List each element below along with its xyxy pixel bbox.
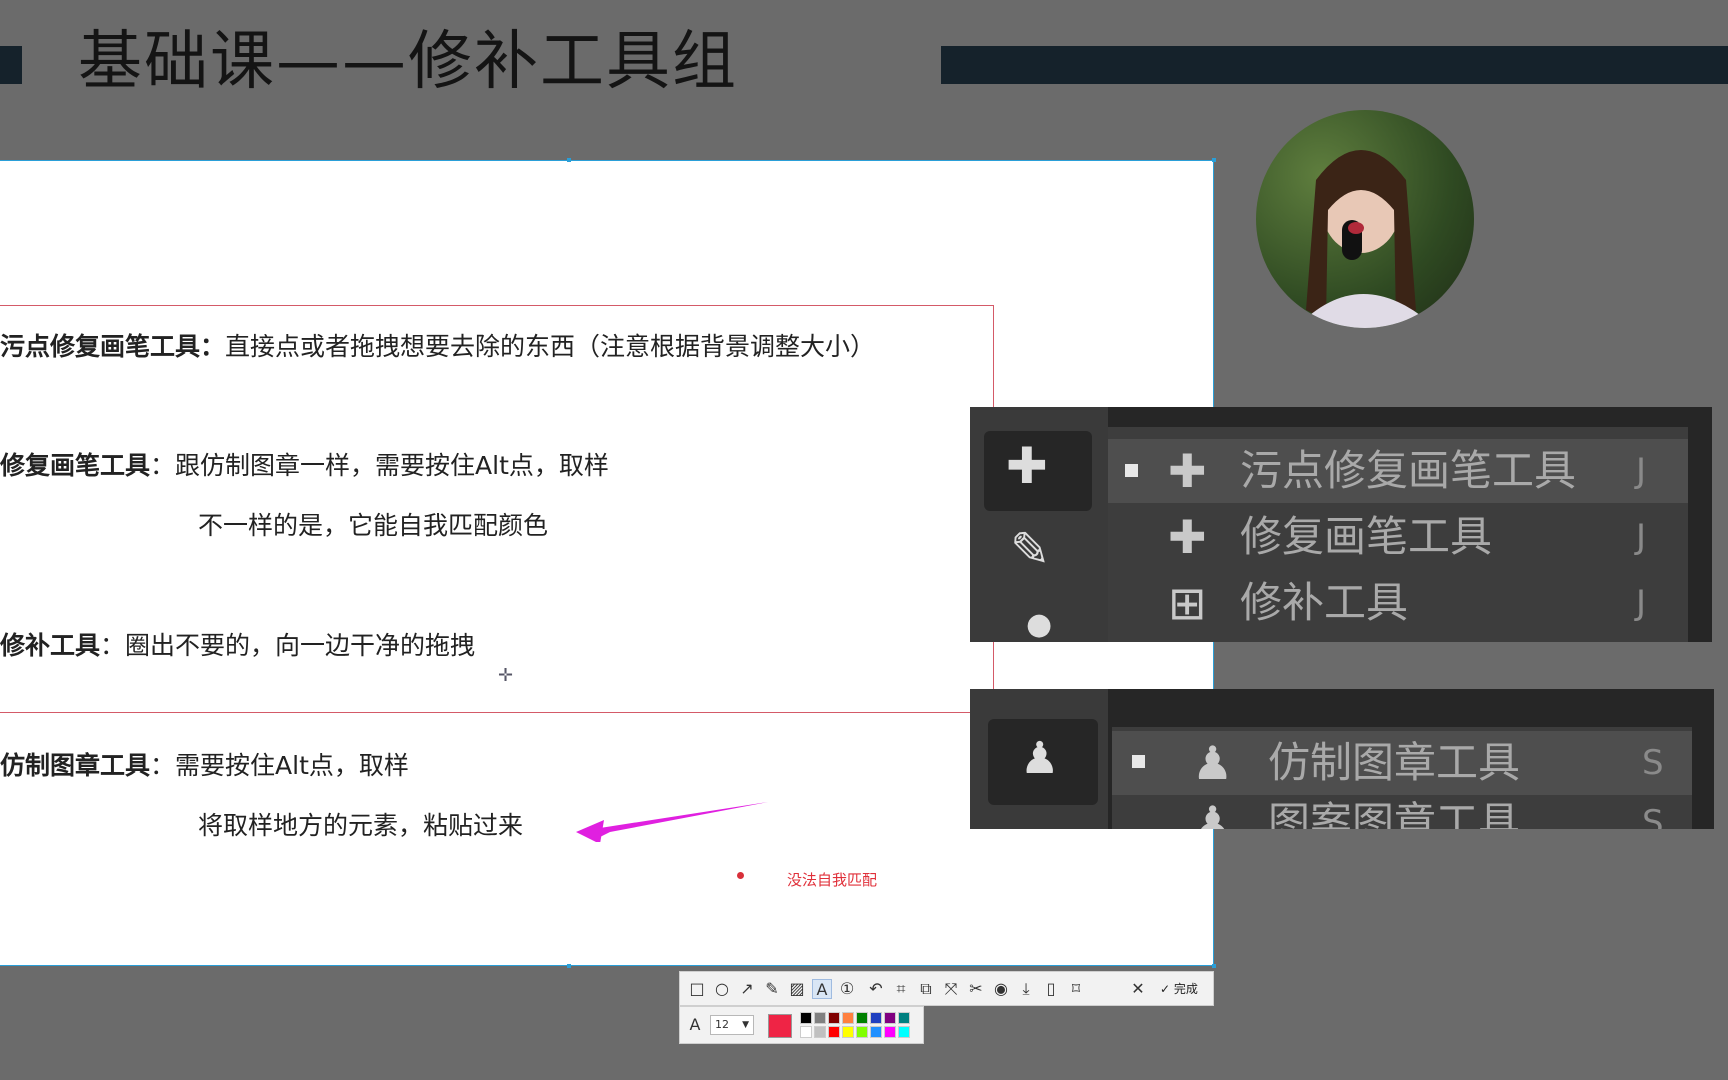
selection-handle[interactable]: [567, 964, 571, 968]
font-icon: A: [689, 1015, 701, 1034]
ps-toolbar: ✚ ✎ ●: [970, 407, 1108, 642]
palette-swatch[interactable]: [814, 1026, 826, 1038]
clone-stamp-icon: ♟: [1192, 736, 1234, 790]
active-marker-icon: [1132, 755, 1145, 768]
mosaic-icon[interactable]: ▨: [787, 979, 807, 999]
ps-menu-label: 修补工具: [1240, 578, 1409, 627]
avatar-portrait: [1296, 150, 1436, 328]
healing-brush-icon: ✚: [1168, 510, 1207, 564]
pattern-stamp-icon: ♟: [1192, 796, 1234, 829]
palette-swatch[interactable]: [884, 1012, 896, 1024]
ps-toolbar: ♟: [970, 689, 1108, 829]
ps-shortcut: S: [1642, 803, 1664, 829]
ps-shortcut: S: [1642, 743, 1664, 783]
ps-menu-item[interactable]: ✚ 污点修复画笔工具 J: [1108, 439, 1688, 503]
translate-icon[interactable]: ✂: [966, 979, 986, 999]
ps-menu-label: 修复画笔工具: [1240, 512, 1493, 561]
arrow-icon[interactable]: ↗: [737, 979, 757, 999]
ps-menu-item[interactable]: ♟ 图案图章工具 S: [1112, 796, 1692, 829]
palette-swatch[interactable]: [856, 1012, 868, 1024]
photoshop-stamp-tools-flyout: ♟ ♟ 仿制图章工具 S ♟ 图案图章工具 S: [970, 689, 1714, 829]
ps-menu-item[interactable]: ♟ 仿制图章工具 S: [1112, 731, 1692, 795]
header-accent-bar: [941, 46, 1728, 84]
palette-swatch[interactable]: [884, 1026, 896, 1038]
ps-flyout-menu: ✚ 污点修复画笔工具 J ✚ 修复画笔工具 J ⊞ 修补工具 J: [1108, 427, 1688, 642]
spot-healing-brush-icon: ✚: [1168, 444, 1207, 498]
current-color-swatch[interactable]: [768, 1014, 792, 1038]
ps-menu-item[interactable]: ⊞ 修补工具 J: [1108, 571, 1688, 635]
selection-handle[interactable]: [1212, 158, 1216, 162]
chevron-down-icon: ▼: [742, 1020, 749, 1030]
palette-swatch[interactable]: [898, 1012, 910, 1024]
brush-icon: ✎: [1010, 522, 1051, 578]
undo-icon[interactable]: ↶: [866, 979, 886, 999]
header-accent-block: [0, 46, 22, 84]
active-marker-icon: [1125, 464, 1138, 477]
ps-menu-label: 图案图章工具: [1268, 798, 1521, 829]
ps-shortcut: J: [1636, 583, 1647, 623]
ps-menu-label: 仿制图章工具: [1268, 738, 1521, 787]
check-icon: ✓: [1160, 982, 1171, 996]
page-title: 基础课——修补工具组: [78, 25, 738, 99]
palette-swatch[interactable]: [898, 1026, 910, 1038]
palette-swatch[interactable]: [856, 1026, 868, 1038]
selection-handle[interactable]: [1212, 964, 1216, 968]
stamp-icon: ●: [1026, 607, 1053, 642]
screenshot-style-toolbar: A 12 ▼: [679, 1006, 924, 1044]
ps-menu-label: 污点修复画笔工具: [1240, 446, 1577, 495]
text-icon[interactable]: A: [812, 979, 832, 999]
palette-swatch[interactable]: [800, 1012, 812, 1024]
font-size-value: 12: [715, 1018, 729, 1031]
palette-swatch[interactable]: [814, 1012, 826, 1024]
ps-shortcut: J: [1636, 517, 1647, 557]
save-icon[interactable]: ▯: [1041, 979, 1061, 999]
done-label: 完成: [1173, 982, 1198, 996]
palette-swatch[interactable]: [842, 1026, 854, 1038]
number-icon[interactable]: ①: [837, 979, 857, 999]
bookmark-icon[interactable]: ⌑: [1066, 979, 1086, 999]
ellipse-icon[interactable]: ○: [712, 979, 732, 999]
close-icon[interactable]: ✕: [1128, 979, 1148, 999]
palette-swatch[interactable]: [800, 1026, 812, 1038]
record-icon[interactable]: ◉: [991, 979, 1011, 999]
patch-tool-icon: ⊞: [1168, 576, 1207, 630]
palette-swatch[interactable]: [828, 1026, 840, 1038]
pen-icon[interactable]: ✎: [762, 979, 782, 999]
palette-swatch[interactable]: [842, 1012, 854, 1024]
screenshot-toolbar: □ ○ ↗ ✎ ▨ A ① ↶ ⌗ ⧉ ⤧ ✂ ◉ ⤓ ▯ ⌑ ✕ ✓ 完成: [679, 971, 1214, 1006]
download-icon[interactable]: ⤓: [1016, 979, 1036, 999]
stamp-icon: ♟: [1020, 733, 1060, 784]
bandage-icon: ✚: [1006, 437, 1048, 495]
font-size-select[interactable]: 12 ▼: [710, 1015, 754, 1035]
photoshop-healing-tools-flyout: ✚ ✎ ● ✚ 污点修复画笔工具 J ✚ 修复画笔工具 J ⊞ 修补工具 J: [970, 407, 1712, 642]
ocr-icon[interactable]: ⌗: [891, 979, 911, 999]
ps-menu-item[interactable]: ✚ 修复画笔工具 J: [1108, 505, 1688, 569]
rectangle-icon[interactable]: □: [687, 979, 707, 999]
pin-icon[interactable]: ⧉: [916, 979, 936, 999]
selection-handle[interactable]: [567, 158, 571, 162]
palette-swatch[interactable]: [870, 1012, 882, 1024]
ps-shortcut: J: [1636, 451, 1647, 491]
palette-swatch[interactable]: [828, 1012, 840, 1024]
ps-flyout-menu: ♟ 仿制图章工具 S ♟ 图案图章工具 S: [1112, 727, 1692, 829]
scroll-capture-icon[interactable]: ⤧: [941, 979, 961, 999]
palette-swatch[interactable]: [870, 1026, 882, 1038]
presenter-webcam-avatar: [1256, 110, 1474, 328]
done-button[interactable]: ✓ 完成: [1160, 979, 1198, 999]
